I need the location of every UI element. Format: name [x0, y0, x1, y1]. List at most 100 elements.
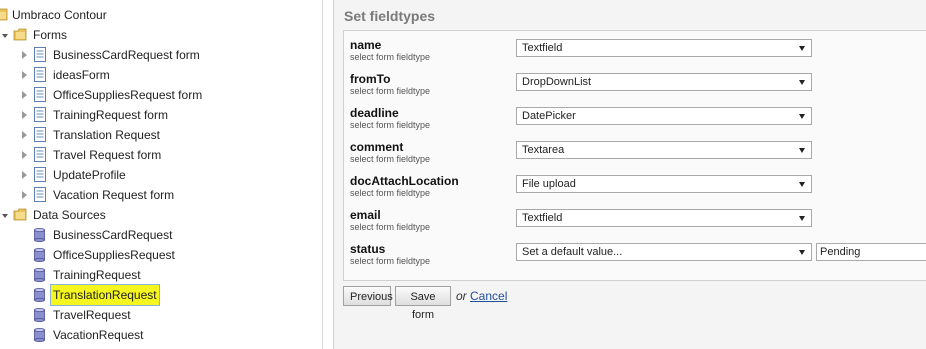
fieldtype-select[interactable]: Textfield: [516, 39, 812, 57]
save-form-button[interactable]: Save form: [395, 286, 451, 321]
form-icon: [34, 107, 46, 122]
chevron-down-icon[interactable]: [799, 250, 805, 255]
fieldtype-value: File upload: [522, 178, 576, 190]
triangle-right-icon[interactable]: [22, 151, 27, 159]
default-value-input[interactable]: Pending: [816, 243, 926, 261]
fieldtype-select[interactable]: DatePicker: [516, 107, 812, 125]
triangle-down-icon[interactable]: [2, 34, 8, 38]
field-description: select form fieldtype: [350, 154, 431, 164]
form-icon: [34, 147, 46, 162]
form-icon: [34, 47, 46, 62]
previous-button[interactable]: Previous: [343, 286, 393, 306]
fieldtype-value: DropDownList: [522, 76, 592, 88]
field-row-name: name select form fieldtype Textfield: [344, 33, 926, 67]
field-row-email: email select form fieldtype Textfield: [344, 203, 926, 237]
tree-item-label: TravelRequest: [53, 308, 131, 322]
tree-item-datasource[interactable]: TravelRequest: [0, 305, 320, 325]
fieldtype-select[interactable]: Set a default value...: [516, 243, 812, 261]
triangle-right-icon[interactable]: [22, 131, 27, 139]
tree-item-forms[interactable]: Forms: [0, 25, 320, 45]
form-icon: [34, 167, 46, 182]
tree-item-datasources[interactable]: Data Sources: [0, 205, 320, 225]
field-name: email: [350, 208, 381, 222]
tree-item-label: Forms: [33, 28, 67, 42]
chevron-down-icon[interactable]: [799, 182, 805, 187]
tree-panel: Umbraco Contour Forms BusinessCardRequest …: [0, 0, 323, 349]
cancel-link[interactable]: Cancel: [470, 289, 507, 303]
database-icon: [34, 308, 45, 322]
tree-item-root[interactable]: Umbraco Contour: [0, 5, 320, 25]
fieldtype-select[interactable]: Textarea: [516, 141, 812, 159]
field-name: deadline: [350, 106, 399, 120]
triangle-right-icon[interactable]: [22, 71, 27, 79]
database-icon: [34, 228, 45, 242]
form-icon: [34, 87, 46, 102]
field-name: fromTo: [350, 72, 391, 86]
field-row-fromTo: fromTo select form fieldtype DropDownList: [344, 67, 926, 101]
tree-item-form[interactable]: Translation Request: [0, 125, 320, 145]
chevron-down-icon[interactable]: [799, 148, 805, 153]
triangle-right-icon[interactable]: [22, 191, 27, 199]
field-description: select form fieldtype: [350, 86, 431, 96]
fieldtype-select[interactable]: File upload: [516, 175, 812, 193]
field-name: docAttachLocation: [350, 174, 459, 188]
chevron-down-icon[interactable]: [799, 46, 805, 51]
fieldtype-value: Textfield: [522, 42, 563, 54]
triangle-right-icon[interactable]: [22, 51, 27, 59]
field-description: select form fieldtype: [350, 222, 431, 232]
or-text: or: [456, 289, 467, 303]
database-icon: [34, 328, 45, 342]
tree-item-form[interactable]: UpdateProfile: [0, 165, 320, 185]
fieldtype-select[interactable]: DropDownList: [516, 73, 812, 91]
tree-item-label: UpdateProfile: [53, 168, 126, 182]
fieldtype-value: Textarea: [522, 144, 565, 156]
form-icon: [34, 187, 46, 202]
tree-item-label: Data Sources: [33, 208, 106, 222]
triangle-right-icon[interactable]: [22, 111, 27, 119]
tree-item-label: Vacation Request form: [53, 188, 175, 202]
form-icon: [34, 67, 46, 82]
tree-item-datasource[interactable]: TrainingRequest: [0, 265, 320, 285]
tree-item-label: OfficeSuppliesRequest: [53, 248, 175, 262]
triangle-right-icon[interactable]: [22, 171, 27, 179]
database-icon: [34, 248, 45, 262]
database-icon: [34, 268, 45, 282]
fieldtype-value: Set a default value...: [522, 246, 623, 258]
chevron-down-icon[interactable]: [799, 216, 805, 221]
fieldtype-value: Textfield: [522, 212, 563, 224]
fieldtype-value: DatePicker: [522, 110, 576, 122]
field-description: select form fieldtype: [350, 256, 431, 266]
tree-item-label: Umbraco Contour: [12, 8, 107, 22]
database-icon: [34, 288, 45, 302]
tree-item-datasource[interactable]: OfficeSuppliesRequest: [0, 245, 320, 265]
tree-item-datasource[interactable]: VacationRequest: [0, 325, 320, 345]
tree-item-datasource[interactable]: BusinessCardRequest: [0, 225, 320, 245]
tree-item-form[interactable]: Travel Request form: [0, 145, 320, 165]
tree-item-form[interactable]: Vacation Request form: [0, 185, 320, 205]
fieldtype-select[interactable]: Textfield: [516, 209, 812, 227]
tree-item-datasource-selected[interactable]: TranslationRequest: [0, 284, 320, 306]
tree-item-label: VacationRequest: [53, 328, 144, 342]
field-description: select form fieldtype: [350, 120, 431, 130]
tree-item-form[interactable]: OfficeSuppliesRequest form: [0, 85, 320, 105]
tree-item-label: ideasForm: [53, 68, 110, 82]
form-icon: [34, 127, 46, 142]
chevron-down-icon[interactable]: [799, 80, 805, 85]
triangle-down-icon[interactable]: [2, 214, 8, 218]
tree-item-form[interactable]: ideasForm: [0, 65, 320, 85]
triangle-right-icon[interactable]: [22, 91, 27, 99]
field-description: select form fieldtype: [350, 188, 431, 198]
tree-item-label: Translation Request: [53, 128, 160, 142]
field-name: status: [350, 242, 386, 256]
folder-icon: [0, 8, 8, 21]
field-description: select form fieldtype: [350, 52, 431, 62]
tree-item-label: BusinessCardRequest: [53, 228, 173, 242]
tree-item-label: TrainingRequest form: [53, 108, 168, 122]
folder-icon: [13, 208, 27, 221]
tree-item-form[interactable]: BusinessCardRequest form: [0, 45, 320, 65]
tree-item-label: OfficeSuppliesRequest form: [53, 88, 203, 102]
tree-item-form[interactable]: TrainingRequest form: [0, 105, 320, 125]
chevron-down-icon[interactable]: [799, 114, 805, 119]
tree-item-label: TranslationRequest: [50, 284, 160, 306]
field-name: name: [350, 38, 382, 52]
